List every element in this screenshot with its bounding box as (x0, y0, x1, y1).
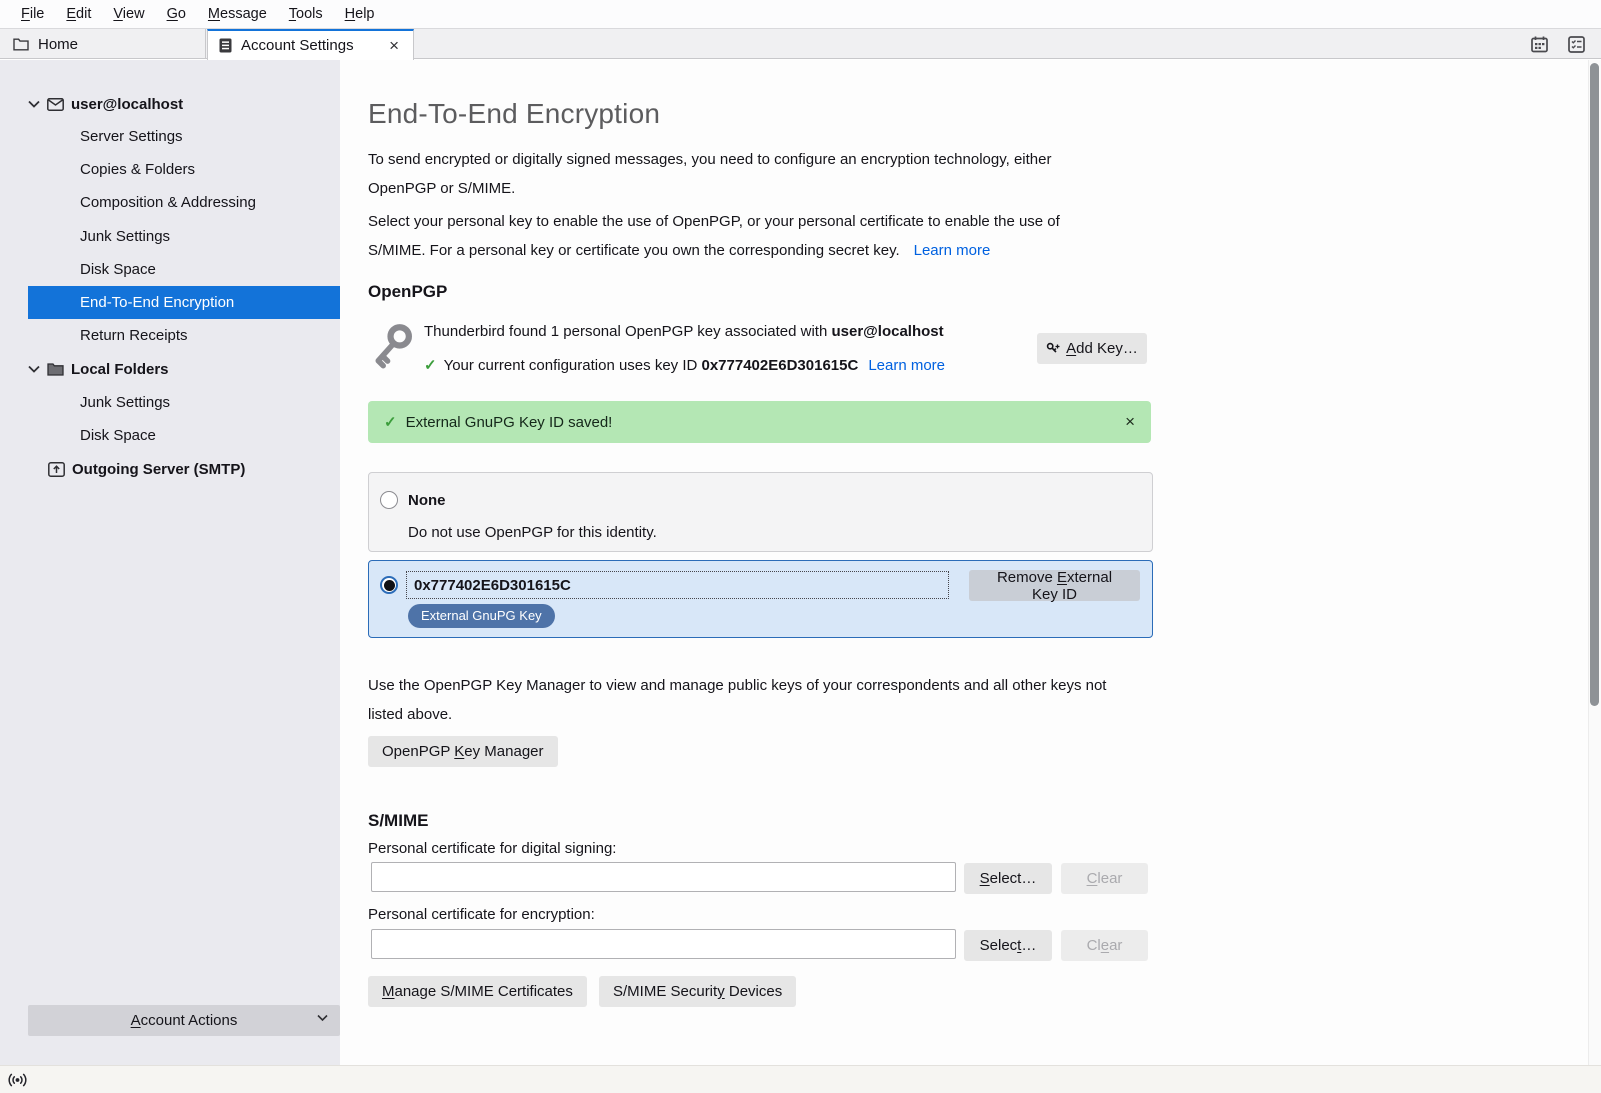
encryption-cert-input[interactable] (371, 929, 956, 959)
clear-signing-cert-button[interactable]: Clear (1061, 863, 1148, 894)
sidebar-account-user-localhost[interactable]: user@localhost (28, 88, 183, 120)
menu-help[interactable]: Help (334, 2, 386, 26)
sidebar-account-label: user@localhost (71, 96, 183, 113)
tab-account-settings[interactable]: Account Settings × (207, 29, 414, 60)
tab-active-label: Account Settings (241, 37, 354, 54)
sidebar-item-local-disk-space[interactable]: Disk Space (80, 419, 156, 452)
check-icon: ✓ (384, 413, 397, 431)
folder-icon (13, 37, 29, 51)
signing-cert-input[interactable] (371, 862, 956, 892)
option-none-title: None (408, 492, 446, 509)
menu-tools[interactable]: Tools (278, 2, 334, 26)
external-gnupg-key-badge: External GnuPG Key (408, 604, 555, 628)
configured-key-id: 0x777402E6D301615C (702, 357, 859, 374)
success-notification: ✓ External GnuPG Key ID saved! × (368, 401, 1151, 443)
sidebar-local-folders-label: Local Folders (71, 361, 169, 378)
tab-close-icon[interactable]: × (386, 37, 402, 54)
select-encryption-cert-button[interactable]: Select… (964, 930, 1052, 961)
sidebar-item-end-to-end-encryption[interactable]: End-To-End Encryption (28, 286, 340, 319)
smime-security-devices-button[interactable]: S/MIME Security Devices (599, 976, 796, 1007)
status-bar (0, 1065, 1601, 1093)
openpgp-key-manager-button[interactable]: OpenPGP Key Manager (368, 736, 558, 767)
tab-home-label: Home (38, 36, 78, 53)
manage-smime-certificates-button[interactable]: Manage S/MIME Certificates (368, 976, 587, 1007)
sidebar-item-junk-settings[interactable]: Junk Settings (80, 220, 170, 253)
menu-go[interactable]: Go (156, 2, 197, 26)
tasks-icon[interactable] (1568, 36, 1585, 53)
sidebar-item-disk-space[interactable]: Disk Space (80, 253, 156, 286)
option-none-description: Do not use OpenPGP for this identity. (408, 524, 657, 541)
calendar-icon[interactable] (1531, 36, 1548, 53)
menu-file[interactable]: File (10, 2, 55, 26)
add-key-button[interactable]: Add Key… (1037, 333, 1147, 364)
sidebar-item-composition[interactable]: Composition & Addressing (80, 186, 256, 219)
end-to-end-encryption-pane: End-To-End Encryption To send encrypted … (340, 60, 1601, 1065)
menu-bar: File Edit View Go Message Tools Help (0, 0, 1601, 29)
outgoing-server-icon (48, 462, 65, 477)
radio-none[interactable] (380, 491, 398, 509)
sidebar-account-local-folders[interactable]: Local Folders (28, 353, 169, 385)
openpgp-heading: OpenPGP (368, 282, 447, 302)
clear-encryption-cert-button[interactable]: Clear (1061, 930, 1148, 961)
openpgp-status-line: Thunderbird found 1 personal OpenPGP key… (424, 323, 944, 340)
tab-home[interactable]: Home (0, 29, 206, 59)
account-actions-label: Account Actions (131, 1012, 238, 1029)
learn-more-link[interactable]: Learn more (914, 242, 991, 259)
chevron-down-icon[interactable] (28, 100, 40, 108)
chevron-down-icon[interactable] (28, 365, 40, 373)
sidebar-item-local-junk-settings[interactable]: Junk Settings (80, 386, 170, 419)
sidebar-item-copies-folders[interactable]: Copies & Folders (80, 153, 195, 186)
check-icon: ✓ (424, 357, 437, 374)
folder-icon (47, 362, 64, 376)
sidebar-smtp-label: Outgoing Server (SMTP) (72, 461, 245, 478)
signing-cert-label: Personal certificate for digital signing… (368, 840, 616, 857)
notification-close-icon[interactable]: × (1125, 412, 1135, 432)
openpgp-config-line: ✓Your current configuration uses key ID … (424, 356, 945, 374)
radio-external-key[interactable] (380, 576, 398, 594)
select-signing-cert-button[interactable]: Select… (964, 863, 1052, 894)
add-key-icon (1046, 342, 1060, 356)
sidebar-item-outgoing-server[interactable]: Outgoing Server (SMTP) (48, 453, 245, 485)
vertical-scrollbar[interactable] (1588, 60, 1601, 1065)
chevron-down-icon (317, 1014, 328, 1022)
account-email: user@localhost (831, 323, 943, 340)
openpgp-option-external-key[interactable]: Remove External Key ID External GnuPG Ke… (368, 560, 1153, 638)
menu-edit[interactable]: Edit (55, 2, 102, 26)
scrollbar-thumb[interactable] (1590, 63, 1599, 706)
tab-bar: Home Account Settings × (0, 29, 1601, 59)
key-icon (370, 321, 414, 373)
account-settings-sidebar: user@localhost Server Settings Copies & … (0, 60, 340, 1065)
openpgp-option-none[interactable]: None Do not use OpenPGP for this identit… (368, 472, 1153, 552)
mail-account-icon (47, 98, 64, 111)
remove-external-key-button[interactable]: Remove External Key ID (969, 570, 1140, 601)
encryption-cert-label: Personal certificate for encryption: (368, 906, 595, 923)
sidebar-item-server-settings[interactable]: Server Settings (80, 120, 183, 153)
account-actions-button[interactable]: Account Actions (28, 1005, 340, 1036)
key-manager-paragraph: Use the OpenPGP Key Manager to view and … (368, 671, 1143, 729)
settings-document-icon (219, 38, 232, 53)
network-broadcast-icon[interactable] (8, 1073, 27, 1087)
menu-message[interactable]: Message (197, 2, 278, 26)
external-key-id-input[interactable] (406, 571, 949, 599)
notification-message: External GnuPG Key ID saved! (406, 414, 613, 431)
sidebar-item-return-receipts[interactable]: Return Receipts (80, 319, 188, 352)
page-title: End-To-End Encryption (368, 98, 660, 130)
intro-paragraph-1: To send encrypted or digitally signed me… (368, 145, 1108, 203)
learn-more-key-link[interactable]: Learn more (868, 357, 945, 374)
menu-view[interactable]: View (102, 2, 155, 26)
smime-heading: S/MIME (368, 811, 428, 831)
intro-paragraph-2: Select your personal key to enable the u… (368, 207, 1113, 265)
